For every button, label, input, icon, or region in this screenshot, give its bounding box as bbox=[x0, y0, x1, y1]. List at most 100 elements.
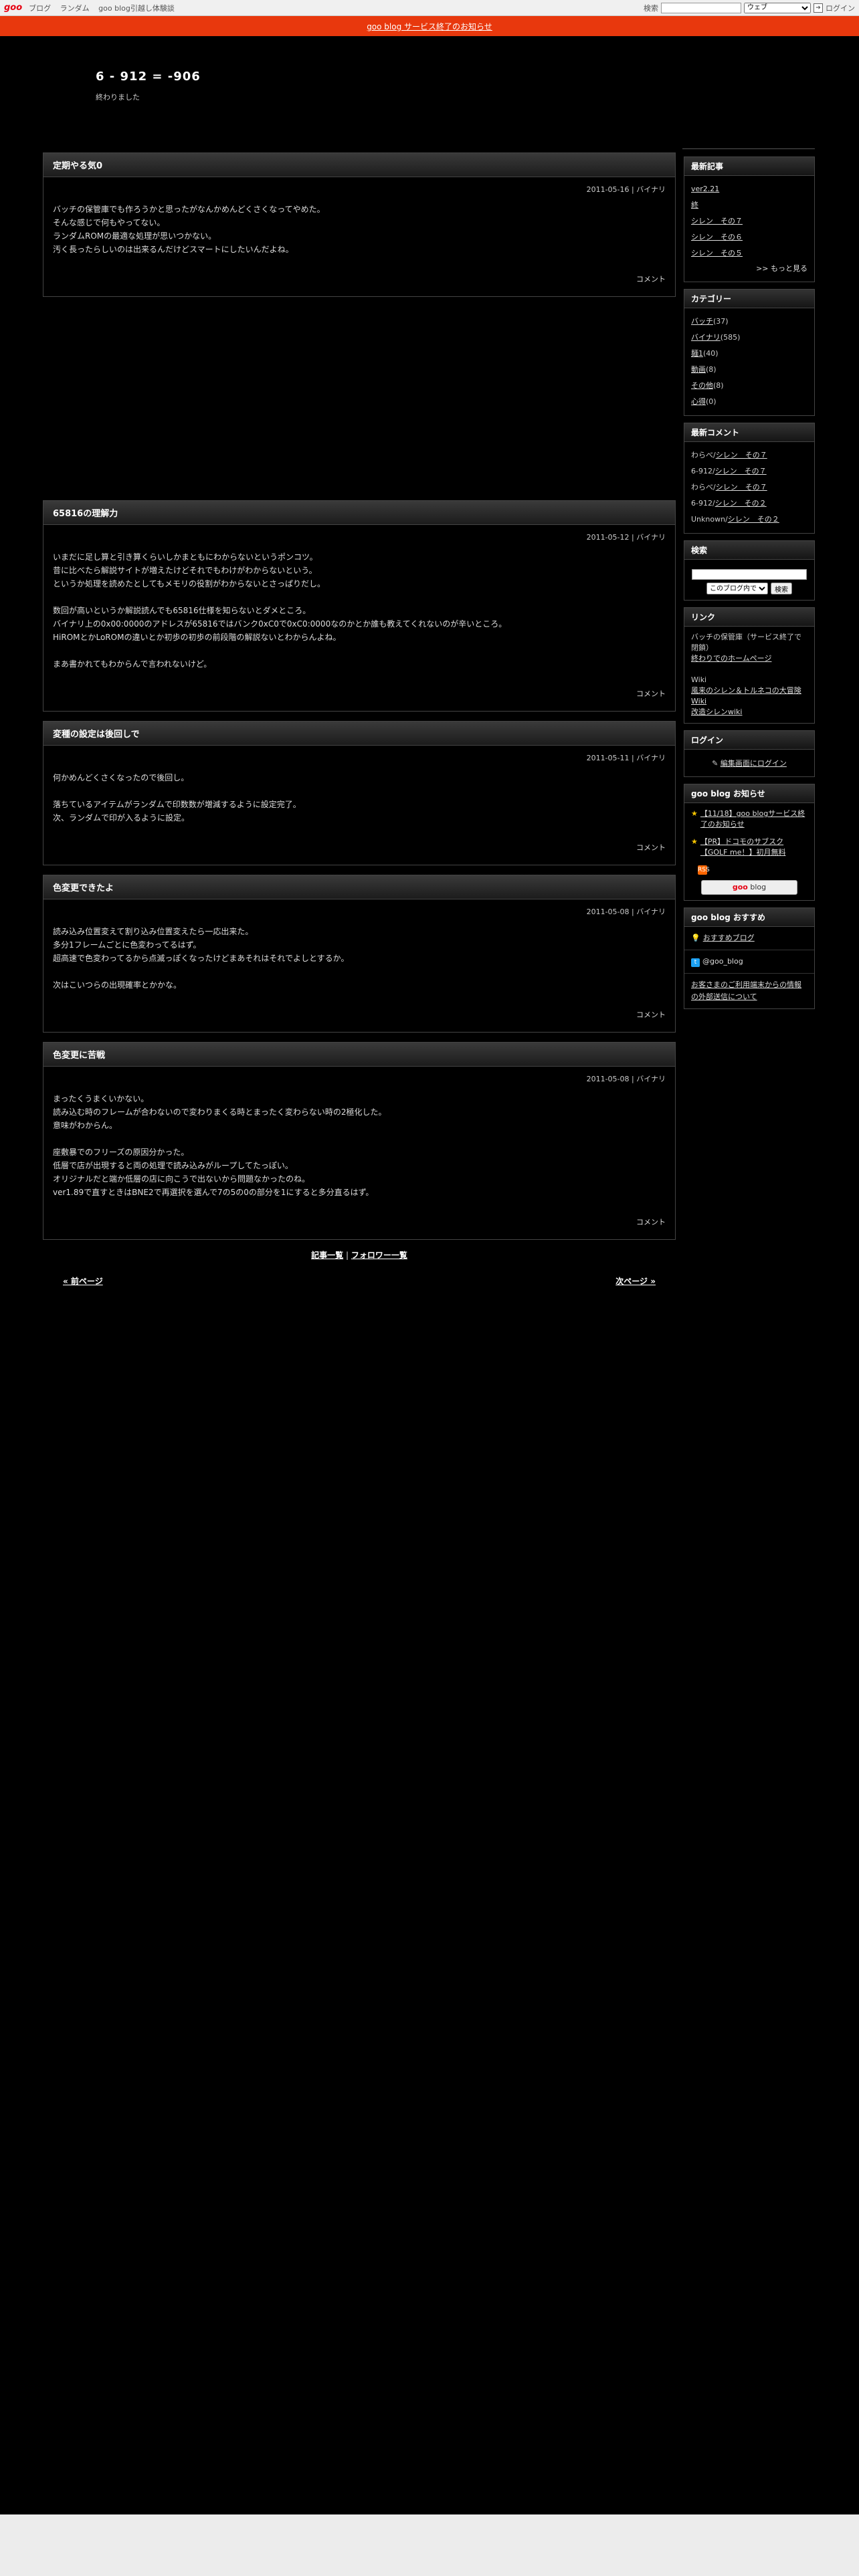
category-link[interactable]: 動画 bbox=[691, 365, 706, 374]
recent-post-link[interactable]: ver2.21 bbox=[691, 185, 719, 193]
entry-category-link[interactable]: バイナリ bbox=[636, 533, 666, 542]
category-count: (8) bbox=[706, 365, 717, 374]
category-link[interactable]: バッチ bbox=[691, 317, 713, 326]
recent-more-link[interactable]: >> もっと見る bbox=[756, 264, 807, 273]
entry-comment-link[interactable]: コメント bbox=[636, 1010, 666, 1019]
entry: 色変更できたよ 2011-05-08 | バイナリ 読み込み位置変えて割り込み位… bbox=[43, 875, 676, 1033]
recent-post-link[interactable]: シレン その５ bbox=[691, 249, 743, 257]
entry-date: 2011-05-11 bbox=[586, 754, 630, 762]
reco-blog-link[interactable]: おすすめブログ bbox=[703, 934, 755, 942]
blog-title[interactable]: 6 - 912 = -906 bbox=[96, 70, 765, 84]
top-search-input[interactable] bbox=[661, 2, 741, 13]
blog-search-title: 検索 bbox=[684, 541, 814, 560]
recent-post-link[interactable]: シレン その６ bbox=[691, 233, 743, 241]
comment-user: 6-912/ bbox=[691, 499, 715, 508]
category-link[interactable]: 心得 bbox=[691, 397, 706, 406]
nav-move-link[interactable]: goo blog引越し体験談 bbox=[98, 4, 175, 13]
rss-icon[interactable]: RSS bbox=[698, 865, 710, 875]
search-label: 検索 bbox=[644, 3, 658, 13]
comment-post-link[interactable]: シレン その２ bbox=[728, 515, 779, 524]
goo-btn-brand: goo bbox=[732, 883, 748, 891]
top-login-link[interactable]: ログイン bbox=[826, 3, 855, 13]
entry-category-link[interactable]: バイナリ bbox=[636, 907, 666, 916]
entry-meta: 2011-05-12 | バイナリ bbox=[586, 533, 666, 542]
entry-comment-link[interactable]: コメント bbox=[636, 689, 666, 698]
entry: 色変更に苦戦 2011-05-08 | バイナリ まったくうまくいかない。 読み… bbox=[43, 1042, 676, 1240]
category-title: カテゴリー bbox=[684, 290, 814, 308]
entry-title[interactable]: 65816の理解力 bbox=[43, 501, 675, 525]
comment-post-link[interactable]: シレン その７ bbox=[715, 467, 767, 475]
entry-title[interactable]: 色変更できたよ bbox=[43, 875, 675, 899]
twitter-link[interactable]: @goo_blog bbox=[702, 957, 743, 966]
entry-body: いまだに足し算と引き算くらいしかまともにわからないというポンコツ。 昔に比べたら… bbox=[53, 552, 507, 669]
news-link[interactable]: 【PR】ドコモのサブスク【GOLF me！】初月無料 bbox=[700, 837, 807, 858]
wiki-link[interactable]: 風来のシレン＆トルネコの大冒険 Wiki bbox=[691, 686, 801, 706]
follower-list-link[interactable]: フォロワー一覧 bbox=[351, 1251, 407, 1260]
entry-category-link[interactable]: バイナリ bbox=[636, 185, 666, 194]
blog-subtitle: 終わりました bbox=[96, 93, 140, 102]
comment-post-link[interactable]: シレン その７ bbox=[716, 483, 767, 492]
entry-date: 2011-05-12 bbox=[586, 533, 630, 542]
recent-post-link[interactable]: シレン その７ bbox=[691, 217, 743, 225]
goo-logo[interactable]: goo bbox=[4, 3, 22, 13]
entry-category-link[interactable]: バイナリ bbox=[636, 754, 666, 762]
goo-btn-text: blog bbox=[747, 883, 767, 891]
prev-page-link[interactable]: « 前ページ bbox=[63, 1275, 103, 1287]
entry: 定期やる気0 2011-05-16 | バイナリ バッチの保管庫でも作ろうかと思… bbox=[43, 152, 676, 297]
entry: 変種の設定は後回しで 2011-05-11 | バイナリ 何かめんどくさくなった… bbox=[43, 721, 676, 865]
entry-comment-link[interactable]: コメント bbox=[636, 843, 666, 852]
entry-body: 何かめんどくさくなったので後回し。 落ちているアイテムがランダムで印数数が増減す… bbox=[53, 773, 301, 823]
top-nav: ブログ ランダム goo blog引越し体験談 bbox=[29, 3, 181, 13]
category-count: (37) bbox=[713, 317, 729, 326]
category-link[interactable]: バイナリ bbox=[691, 333, 721, 342]
service-notice-link[interactable]: goo blog サービス終了のお知らせ bbox=[367, 21, 492, 32]
entry-title[interactable]: 色変更に苦戦 bbox=[43, 1043, 675, 1067]
edit-login-link[interactable]: 編集画面にログイン bbox=[721, 759, 787, 768]
comment-user: 6-912/ bbox=[691, 467, 715, 475]
external-send-link[interactable]: お客さまのご利用端末からの情報の外部送信について bbox=[691, 980, 801, 1001]
entry-category-link[interactable]: バイナリ bbox=[636, 1075, 666, 1083]
header-divider bbox=[682, 148, 815, 149]
links-title: リンク bbox=[684, 608, 814, 627]
comment-post-link[interactable]: シレン その２ bbox=[715, 499, 767, 508]
category-link[interactable]: その他 bbox=[691, 381, 713, 390]
entry-meta: 2011-05-08 | バイナリ bbox=[586, 907, 666, 916]
blog-search-input[interactable] bbox=[692, 569, 807, 580]
entry-title[interactable]: 変種の設定は後回しで bbox=[43, 722, 675, 746]
entry-title[interactable]: 定期やる気0 bbox=[43, 153, 675, 177]
category-count: (8) bbox=[713, 381, 724, 390]
recent-post-link[interactable]: 終 bbox=[691, 201, 698, 209]
top-search: 検索 ウェブ ➔ ログイン bbox=[644, 2, 855, 13]
entry-date: 2011-05-08 bbox=[586, 1075, 630, 1083]
wiki-link[interactable]: 改造シレンwiki bbox=[691, 708, 742, 716]
category-count: (40) bbox=[703, 349, 719, 358]
pager: « 前ページ 次ページ » bbox=[43, 1261, 676, 1287]
star-icon: ★ bbox=[691, 809, 698, 818]
goo-blog-button[interactable]: goo blog bbox=[701, 880, 797, 895]
entry-list-link[interactable]: 記事一覧 bbox=[311, 1251, 343, 1260]
nav-random-link[interactable]: ランダム bbox=[60, 4, 90, 13]
news-link[interactable]: 【11/18】goo blogサービス終了のお知らせ bbox=[700, 809, 807, 830]
entry-comment-link[interactable]: コメント bbox=[636, 1218, 666, 1226]
search-scope-select[interactable]: ウェブ bbox=[744, 2, 811, 13]
entry-comment-link[interactable]: コメント bbox=[636, 275, 666, 284]
blog-search-scope[interactable]: このブログ内で bbox=[706, 582, 768, 595]
category-link[interactable]: 麺1 bbox=[691, 349, 703, 358]
search-go-icon[interactable]: ➔ bbox=[814, 3, 823, 13]
entry-meta: 2011-05-08 | バイナリ bbox=[586, 1075, 666, 1083]
nav-blog-link[interactable]: ブログ bbox=[29, 4, 51, 13]
comment-user: わらべ/ bbox=[691, 483, 716, 492]
goo-news-box: goo blog お知らせ ★ 【11/18】goo blogサービス終了のお知ら… bbox=[684, 784, 815, 901]
blog-search-button[interactable]: 検索 bbox=[771, 582, 792, 595]
goo-news-title: goo blog お知らせ bbox=[684, 784, 814, 803]
login-title: ログイン bbox=[684, 731, 814, 750]
comment-post-link[interactable]: シレン その７ bbox=[716, 451, 767, 459]
login-box: ログイン ✎ 編集画面にログイン bbox=[684, 730, 815, 777]
links-description: バッチの保管庫（サービス終了で閉鎖） bbox=[691, 633, 801, 652]
main-column: 定期やる気0 2011-05-16 | バイナリ バッチの保管庫でも作ろうかと思… bbox=[43, 152, 676, 1287]
homepage-link[interactable]: 終わりでのホームページ bbox=[691, 654, 771, 663]
next-page-link[interactable]: 次ページ » bbox=[615, 1275, 656, 1287]
recent-comments-title: 最新コメント bbox=[684, 423, 814, 442]
goo-reco-title: goo blog おすすめ bbox=[684, 908, 814, 927]
comment-user: Unknown/ bbox=[691, 515, 728, 524]
